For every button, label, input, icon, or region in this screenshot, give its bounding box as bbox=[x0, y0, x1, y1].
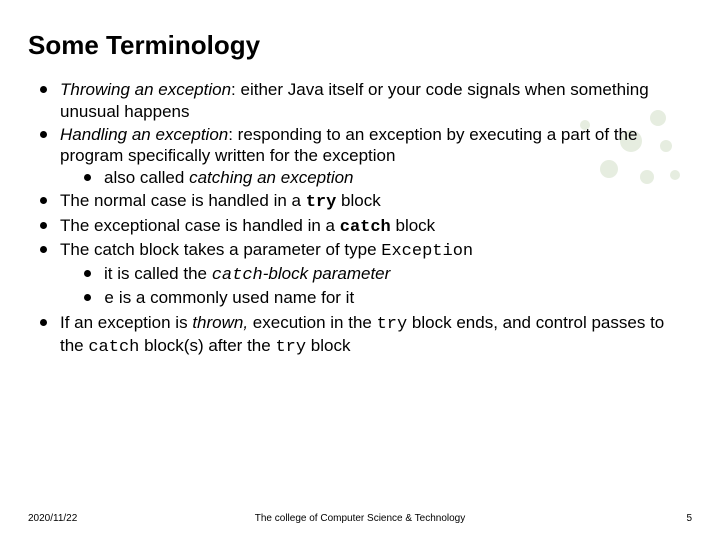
term-throwing: Throwing an exception bbox=[60, 80, 231, 99]
text: block bbox=[306, 336, 350, 355]
footer: 2020/11/22 The college of Computer Scien… bbox=[28, 513, 692, 524]
code-catch: catch bbox=[212, 266, 263, 285]
list-item: it is called the catch-block parameter bbox=[82, 263, 692, 287]
code-try: try bbox=[275, 338, 306, 357]
code-e: e bbox=[104, 290, 114, 309]
slide: Some Terminology Throwing an exception: … bbox=[0, 0, 720, 540]
code-try: try bbox=[306, 193, 337, 212]
list-item: The normal case is handled in a try bloc… bbox=[38, 190, 692, 214]
code-try: try bbox=[377, 315, 408, 334]
text: -block parameter bbox=[263, 264, 391, 283]
footer-page-number: 5 bbox=[686, 513, 692, 524]
bullet-list: Throwing an exception: either Java itsel… bbox=[28, 79, 692, 359]
list-item: The catch block takes a parameter of typ… bbox=[38, 239, 692, 310]
list-item: Throwing an exception: either Java itsel… bbox=[38, 79, 692, 123]
code-catch: catch bbox=[88, 338, 139, 357]
term-catching: catching an exception bbox=[189, 168, 353, 187]
code-catch: catch bbox=[340, 218, 391, 237]
text: block(s) after the bbox=[139, 336, 275, 355]
text: If an exception is bbox=[60, 313, 192, 332]
text: The normal case is handled in a bbox=[60, 191, 306, 210]
list-item: The exceptional case is handled in a cat… bbox=[38, 215, 692, 239]
term-handling: Handling an exception bbox=[60, 125, 228, 144]
slide-title: Some Terminology bbox=[28, 30, 692, 61]
code-exception: Exception bbox=[381, 242, 473, 261]
text: is a commonly used name for it bbox=[114, 288, 354, 307]
text: also called bbox=[104, 168, 189, 187]
text: The exceptional case is handled in a bbox=[60, 216, 340, 235]
text: block bbox=[336, 191, 380, 210]
text: The catch block takes a parameter of typ… bbox=[60, 240, 381, 259]
list-item: If an exception is thrown, execution in … bbox=[38, 312, 692, 360]
list-item: Handling an exception: responding to an … bbox=[38, 124, 692, 189]
sub-list: also called catching an exception bbox=[60, 167, 692, 189]
footer-date: 2020/11/22 bbox=[28, 513, 77, 524]
text: execution in the bbox=[248, 313, 377, 332]
sub-list: it is called the catch-block parameter e… bbox=[60, 263, 692, 311]
list-item: also called catching an exception bbox=[82, 167, 692, 189]
term-thrown: thrown, bbox=[192, 313, 248, 332]
list-item: e is a commonly used name for it bbox=[82, 287, 692, 311]
text: block bbox=[391, 216, 435, 235]
footer-affiliation: The college of Computer Science & Techno… bbox=[28, 513, 692, 524]
text: it is called the bbox=[104, 264, 212, 283]
